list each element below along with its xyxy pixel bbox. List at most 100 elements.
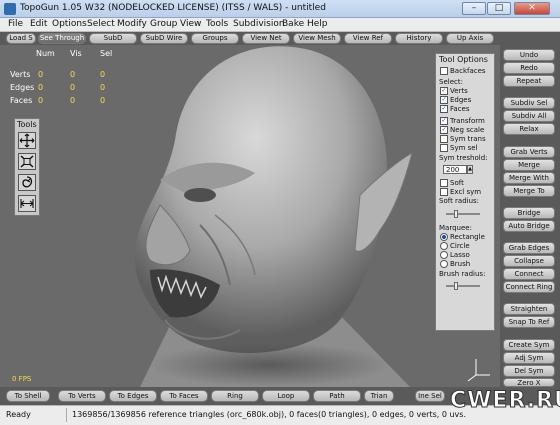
menu-bake[interactable]: Bake (282, 19, 304, 29)
sym-trans-checkbox[interactable]: Sym trans (440, 135, 486, 143)
radio-icon[interactable] (440, 242, 448, 250)
subdiv-sel-button[interactable]: Subdiv Sel (503, 97, 555, 109)
triangulate-button[interactable]: Trian (364, 390, 394, 402)
sym-sel-box[interactable] (440, 144, 448, 152)
to-verts-button[interactable]: To Verts (58, 390, 106, 402)
scale-tool-icon[interactable] (18, 153, 36, 170)
auto-bridge-button[interactable]: Auto Bridge (503, 220, 555, 232)
bridge-button[interactable]: Bridge (503, 207, 555, 219)
snap-to-ref-button[interactable]: Snap To Ref (503, 316, 555, 328)
ring-button[interactable]: Ring (211, 390, 259, 402)
move-tool-icon[interactable] (18, 132, 36, 149)
view-ref-button[interactable]: View Ref (344, 33, 392, 44)
menu-edit[interactable]: Edit (30, 19, 47, 29)
see-through-button[interactable]: See Through (38, 33, 86, 44)
marquee-circle-radio[interactable]: Circle (440, 242, 470, 250)
subd-wire-button[interactable]: SubD Wire (140, 33, 188, 44)
menu-tools[interactable]: Tools (206, 19, 228, 29)
viewport-3d[interactable]: Num Vis Sel Verts 0 0 0 Edges 0 0 0 Face… (0, 45, 500, 387)
check-icon[interactable]: ✓ (440, 126, 448, 134)
radio-icon[interactable] (440, 260, 448, 268)
view-net-button[interactable]: View Net (242, 33, 290, 44)
merge-button[interactable]: Merge (503, 159, 555, 171)
connect-button[interactable]: Connect (503, 268, 555, 280)
select-edges-checkbox[interactable]: ✓ Edges (440, 96, 471, 104)
relax-button[interactable]: Relax (503, 123, 555, 135)
create-sym-button[interactable]: Create Sym (503, 339, 555, 351)
measure-tool-icon[interactable] (18, 195, 36, 212)
sym-threshold-input[interactable]: 200 (443, 165, 467, 174)
radio-icon[interactable] (440, 251, 448, 259)
window-title: TopoGun 1.05 W32 (NODELOCKED LICENSE) (I… (20, 3, 326, 13)
grab-verts-button[interactable]: Grab Verts (503, 146, 555, 158)
stats-verts-vis: 0 (70, 70, 76, 79)
to-shell-button[interactable]: To Shell (6, 390, 50, 402)
to-faces-button[interactable]: To Faces (160, 390, 208, 402)
select-faces-checkbox[interactable]: ✓ Faces (440, 105, 469, 113)
grab-edges-button[interactable]: Grab Edges (503, 242, 555, 254)
transform-checkbox[interactable]: ✓ Transform (440, 117, 485, 125)
check-icon[interactable]: ✓ (440, 96, 448, 104)
to-edges-button[interactable]: To Edges (109, 390, 157, 402)
repeat-button[interactable]: Repeat (503, 75, 555, 87)
brush-radius-slider-handle[interactable] (454, 282, 458, 290)
check-icon[interactable]: ✓ (440, 117, 448, 125)
marquee-lasso-radio[interactable]: Lasso (440, 251, 470, 259)
sym-threshold-spinner[interactable]: ▲ (467, 165, 473, 174)
groups-button[interactable]: Groups (191, 33, 239, 44)
history-button[interactable]: History (395, 33, 443, 44)
menu-select[interactable]: Select (87, 19, 115, 29)
backfaces-checkbox-box[interactable] (440, 67, 448, 75)
minimize-button[interactable]: – (462, 2, 486, 15)
right-command-panel: Undo Redo Repeat Subdiv Sel Subdiv All R… (500, 32, 560, 387)
menu-options[interactable]: Options (52, 19, 87, 29)
marquee-brush-radio[interactable]: Brush (440, 260, 470, 268)
menu-file[interactable]: File (8, 19, 23, 29)
soft-box[interactable] (440, 179, 448, 187)
check-icon[interactable]: ✓ (440, 105, 448, 113)
brush-radius-slider[interactable] (446, 285, 480, 287)
maximize-button[interactable]: □ (487, 2, 511, 15)
soft-radius-slider-handle[interactable] (454, 210, 458, 218)
menu-modify[interactable]: Modify (117, 19, 147, 29)
select-verts-checkbox[interactable]: ✓ Verts (440, 87, 468, 95)
merge-to-button[interactable]: Merge To (503, 185, 555, 197)
soft-radius-slider[interactable] (446, 213, 480, 215)
backfaces-checkbox[interactable]: Backfaces (440, 67, 486, 75)
sym-trans-box[interactable] (440, 135, 448, 143)
marquee-rectangle-label: Rectangle (450, 233, 485, 241)
tool-options-panel: Tool Options Backfaces Select: ✓ Verts ✓ E… (435, 53, 495, 331)
connect-ring-button[interactable]: Connect Ring (503, 281, 555, 293)
menu-subdivision[interactable]: Subdivision (233, 19, 285, 29)
check-icon[interactable]: ✓ (440, 87, 448, 95)
close-button[interactable]: ✕ (514, 2, 550, 15)
undo-button[interactable]: Undo (503, 49, 555, 61)
excl-sym-checkbox[interactable]: Excl sym (440, 188, 481, 196)
straighten-button[interactable]: Straighten (503, 303, 555, 315)
del-sym-button[interactable]: Del Sym (503, 365, 555, 377)
app-icon (4, 3, 16, 15)
redo-button[interactable]: Redo (503, 62, 555, 74)
menu-group[interactable]: Group (150, 19, 177, 29)
subdiv-all-button[interactable]: Subdiv All (503, 110, 555, 122)
menu-help[interactable]: Help (307, 19, 328, 29)
menu-view[interactable]: View (180, 19, 201, 29)
lasso-tool-icon[interactable] (18, 174, 36, 191)
adj-sym-button[interactable]: Adj Sym (503, 352, 555, 364)
soft-label: Soft (450, 179, 464, 187)
tools-title: Tools (17, 120, 37, 129)
load-scene-button[interactable]: Load S (6, 33, 36, 44)
excl-sym-box[interactable] (440, 188, 448, 196)
sym-sel-checkbox[interactable]: Sym sel (440, 144, 478, 152)
up-axis-button[interactable]: Up Axis (446, 33, 494, 44)
soft-checkbox[interactable]: Soft (440, 179, 464, 187)
path-button[interactable]: Path (313, 390, 361, 402)
collapse-button[interactable]: Collapse (503, 255, 555, 267)
marquee-rectangle-radio[interactable]: Rectangle (440, 233, 485, 241)
merge-with-button[interactable]: Merge With (503, 172, 555, 184)
view-mesh-button[interactable]: View Mesh (293, 33, 341, 44)
radio-selected-icon[interactable] (440, 233, 448, 241)
neg-scale-checkbox[interactable]: ✓ Neg scale (440, 126, 484, 134)
subd-button[interactable]: SubD (89, 33, 137, 44)
loop-button[interactable]: Loop (262, 390, 310, 402)
